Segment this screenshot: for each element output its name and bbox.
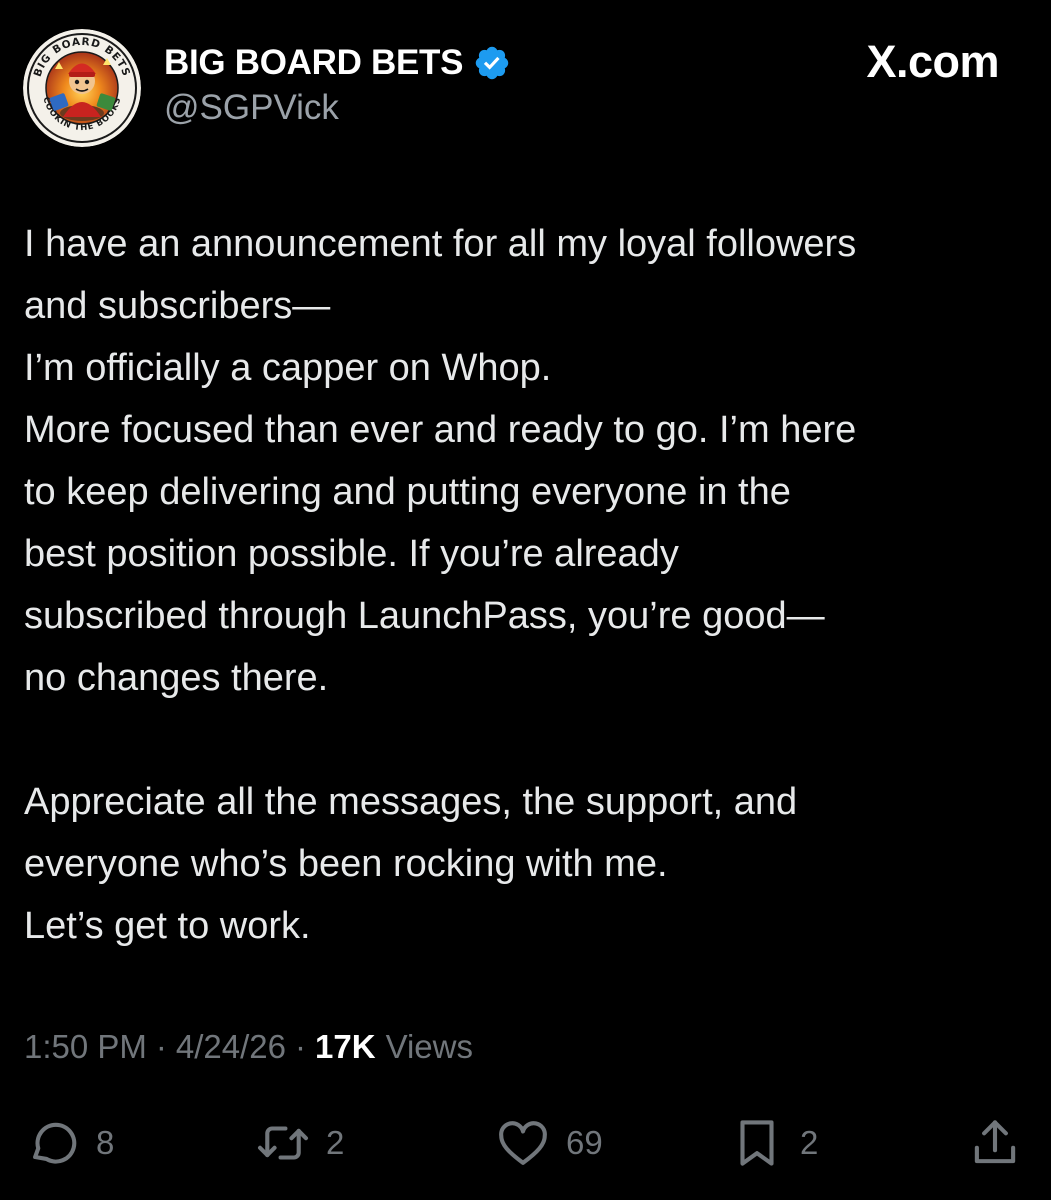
views-label: Views bbox=[385, 1028, 473, 1065]
avatar[interactable]: BIG BOARD BETS COOKIN THE BOOKS bbox=[23, 29, 141, 147]
author-name-row[interactable]: BIG BOARD BETS bbox=[164, 40, 511, 86]
post-time[interactable]: 1:50 PM bbox=[24, 1028, 147, 1066]
post-line: Let’s get to work. bbox=[24, 905, 311, 947]
bookmark-count: 2 bbox=[800, 1124, 819, 1161]
repost-icon bbox=[257, 1126, 309, 1160]
meta-separator: · bbox=[155, 1028, 167, 1065]
post-line: to keep delivering and putting everyone … bbox=[24, 471, 791, 513]
action-bar: 8 2 69 2 bbox=[0, 1108, 1051, 1178]
share-button[interactable] bbox=[966, 1108, 1024, 1178]
avatar-logo-image: BIG BOARD BETS COOKIN THE BOOKS bbox=[23, 29, 141, 147]
post-line: best position possible. If you’re alread… bbox=[24, 533, 679, 575]
heart-icon bbox=[499, 1121, 547, 1165]
bookmark-button[interactable]: 2 bbox=[728, 1108, 818, 1178]
like-button[interactable]: 69 bbox=[494, 1108, 603, 1178]
post-line: everyone who’s been rocking with me. bbox=[24, 843, 668, 885]
bookmark-icon bbox=[740, 1120, 774, 1166]
views-count: 17K bbox=[315, 1028, 376, 1065]
share-icon bbox=[974, 1120, 1016, 1164]
post-line: More focused than ever and ready to go. … bbox=[24, 409, 857, 451]
post-line: no changes there. bbox=[24, 657, 329, 699]
reply-button[interactable]: 8 bbox=[24, 1108, 114, 1178]
post-meta: 1:50 PM · 4/24/26 · 17K Views bbox=[24, 1028, 473, 1066]
post-line: subscribed through LaunchPass, you’re go… bbox=[24, 595, 825, 637]
repost-count: 2 bbox=[326, 1124, 345, 1161]
post-line: Appreciate all the messages, the support… bbox=[24, 781, 798, 823]
like-count: 69 bbox=[566, 1124, 603, 1161]
verified-badge-icon bbox=[475, 46, 509, 80]
post-line: I’m officially a capper on Whop. bbox=[24, 347, 552, 389]
post-line: and subscribers— bbox=[24, 285, 331, 327]
post-date[interactable]: 4/24/26 bbox=[176, 1028, 286, 1066]
reply-icon bbox=[33, 1122, 77, 1164]
author-handle[interactable]: @SGPVick bbox=[164, 88, 339, 128]
post-line: I have an announcement for all my loyal … bbox=[24, 223, 857, 265]
post-body: I have an announcement for all my loyal … bbox=[24, 213, 1034, 957]
author-display-name[interactable]: BIG BOARD BETS bbox=[164, 43, 463, 83]
repost-button[interactable]: 2 bbox=[254, 1108, 344, 1178]
meta-separator: · bbox=[295, 1028, 307, 1065]
x-brand-logo: X.com bbox=[866, 36, 999, 87]
reply-count: 8 bbox=[96, 1124, 115, 1161]
